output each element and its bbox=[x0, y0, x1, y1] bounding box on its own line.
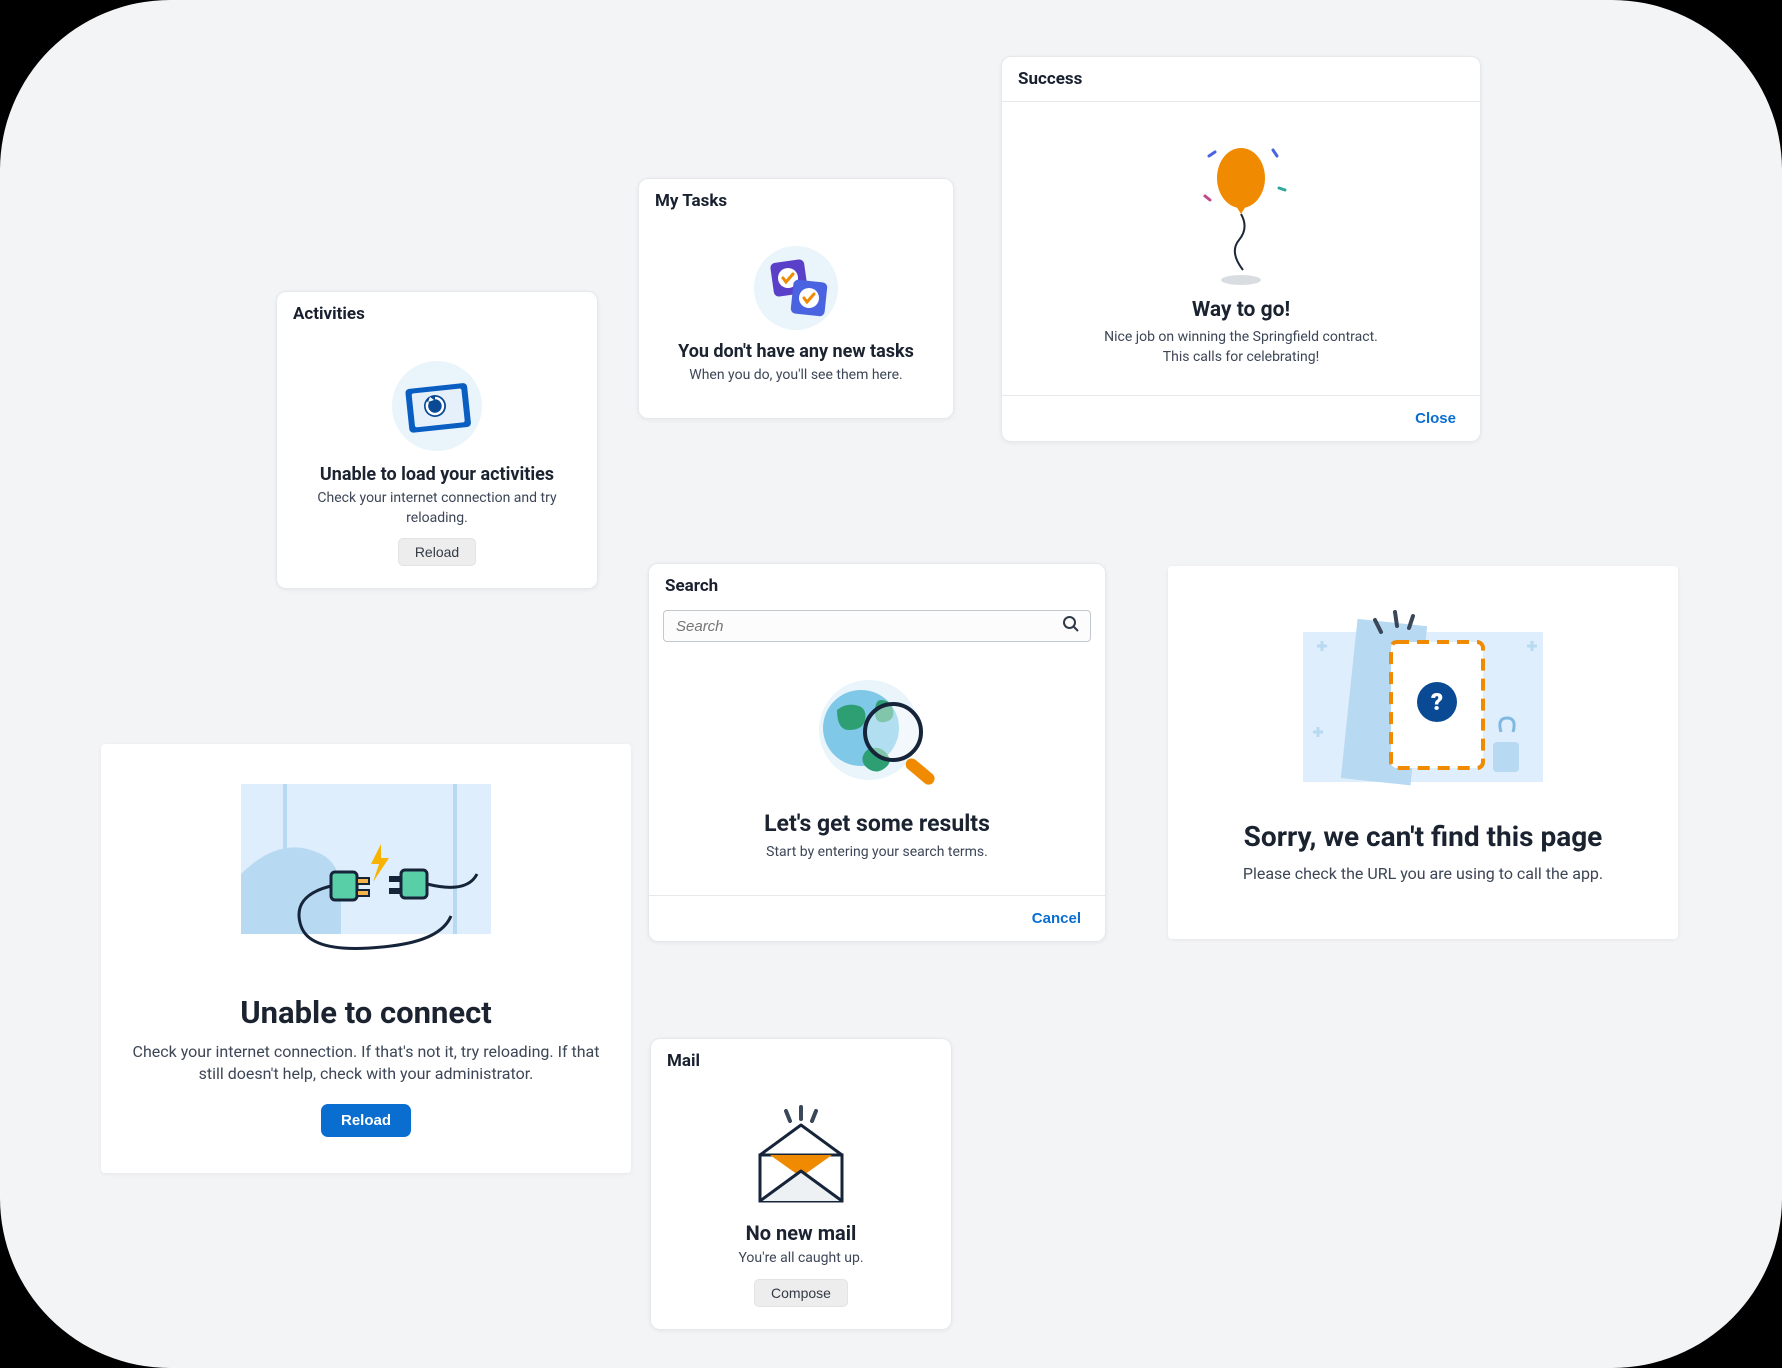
search-title: Let's get some results bbox=[764, 810, 990, 837]
activities-illustration bbox=[377, 356, 497, 456]
connect-panel: Unable to connect Check your internet co… bbox=[101, 744, 631, 1173]
connect-illustration bbox=[211, 774, 521, 974]
mail-illustration bbox=[736, 1103, 866, 1213]
tasks-card: My Tasks You don't have any new tasks Wh… bbox=[638, 178, 954, 419]
mail-card: Mail No new mail You're all caught up. C… bbox=[650, 1038, 952, 1330]
search-icon[interactable] bbox=[1062, 615, 1080, 637]
mail-desc: You're all caught up. bbox=[738, 1249, 863, 1269]
tasks-header: My Tasks bbox=[639, 179, 953, 223]
mail-title: No new mail bbox=[746, 1221, 857, 1245]
success-desc-2: This calls for celebrating! bbox=[1163, 348, 1319, 368]
notfound-title: Sorry, we can't find this page bbox=[1198, 820, 1648, 853]
success-header: Success bbox=[1002, 57, 1480, 102]
search-bar bbox=[663, 610, 1091, 642]
success-body: Way to go! Nice job on winning the Sprin… bbox=[1002, 102, 1480, 395]
tasks-title: You don't have any new tasks bbox=[678, 341, 914, 362]
notfound-illustration: ? bbox=[1263, 602, 1583, 802]
activities-card: Activities Unable to load your activitie… bbox=[276, 291, 598, 589]
compose-button[interactable]: Compose bbox=[754, 1279, 848, 1307]
svg-text:?: ? bbox=[1431, 688, 1443, 716]
close-button[interactable]: Close bbox=[1407, 406, 1464, 431]
activities-desc: Check your internet connection and try r… bbox=[307, 489, 567, 528]
reload-button[interactable]: Reload bbox=[398, 538, 476, 566]
mail-body: No new mail You're all caught up. Compos… bbox=[651, 1083, 951, 1329]
notfound-desc: Please check the URL you are using to ca… bbox=[1198, 863, 1648, 885]
search-illustration bbox=[807, 670, 947, 800]
tasks-body: You don't have any new tasks When you do… bbox=[639, 223, 953, 418]
reload-button-primary[interactable]: Reload bbox=[321, 1104, 411, 1137]
cancel-button[interactable]: Cancel bbox=[1024, 906, 1089, 931]
search-footer: Cancel bbox=[649, 895, 1105, 941]
search-input[interactable] bbox=[674, 617, 1062, 636]
activities-body: Unable to load your activities Check you… bbox=[277, 336, 597, 588]
notfound-panel: ? Sorry, we can't find this page Please … bbox=[1168, 566, 1678, 939]
balloon-illustration bbox=[1181, 128, 1301, 288]
success-title: Way to go! bbox=[1192, 298, 1290, 322]
tasks-desc: When you do, you'll see them here. bbox=[689, 366, 902, 386]
search-card: Search Let's get some results Start bbox=[648, 563, 1106, 942]
tasks-illustration bbox=[746, 243, 846, 333]
mail-header: Mail bbox=[651, 1039, 951, 1083]
search-desc: Start by entering your search terms. bbox=[766, 843, 988, 863]
success-footer: Close bbox=[1002, 395, 1480, 441]
stage: Activities Unable to load your activitie… bbox=[0, 0, 1782, 1368]
connect-title: Unable to connect bbox=[131, 994, 601, 1031]
activities-title: Unable to load your activities bbox=[320, 464, 554, 485]
search-body: Let's get some results Start by entering… bbox=[649, 642, 1105, 895]
activities-header: Activities bbox=[277, 292, 597, 336]
connect-desc: Check your internet connection. If that'… bbox=[131, 1041, 601, 1086]
success-card: Success Way to go! Nice job on winning t… bbox=[1001, 56, 1481, 442]
search-header: Search bbox=[649, 564, 1105, 602]
success-desc-1: Nice job on winning the Springfield cont… bbox=[1104, 328, 1378, 348]
